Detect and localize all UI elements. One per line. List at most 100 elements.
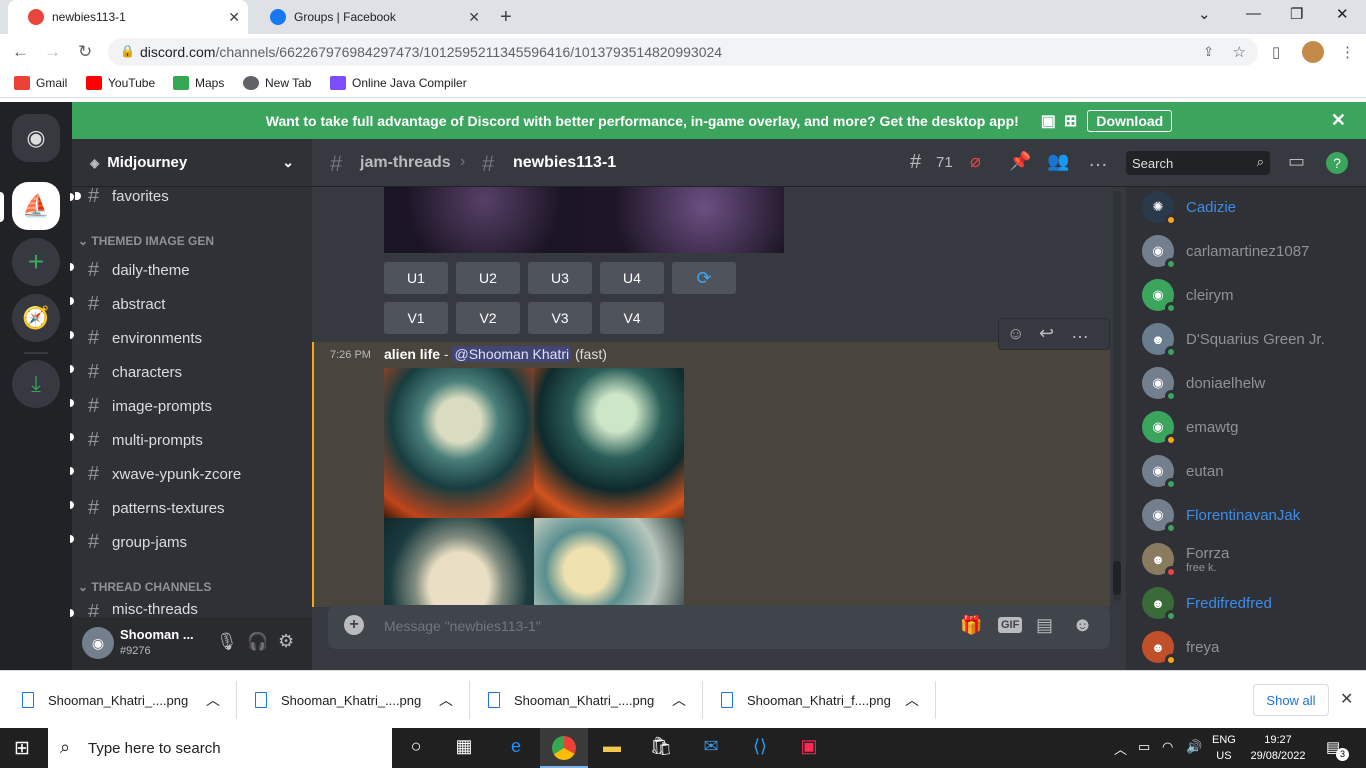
mute-mic-icon[interactable]: 🎙 [216,632,238,652]
threads-icon[interactable]: # [910,151,921,174]
attach-plus-icon[interactable]: + [344,615,364,635]
mail-icon[interactable]: ✉ [697,736,725,757]
midjourney-server-icon[interactable]: ⛵ [12,182,60,230]
download-button[interactable]: Download [1087,109,1173,132]
bookmark-new-tab[interactable]: New Tab [243,76,311,90]
parent-channel-link[interactable]: jam-threads [360,154,451,172]
download-item[interactable]: Shooman_Khatri_f....png ︿ [721,671,931,729]
url-field[interactable]: 🔒 discord.com/channels/66226797698429747… [108,38,1258,66]
close-banner-icon[interactable]: ✕ [1331,110,1346,131]
member-item[interactable]: ◉ eutan [1142,449,1224,493]
notification-bell-muted-icon[interactable]: ⌀ [970,151,981,172]
close-tab-icon[interactable]: ✕ [228,9,240,26]
menu-icon[interactable]: ⋮ [1340,43,1355,61]
download-item[interactable]: Shooman_Khatri_....png ︿ [255,671,465,729]
bookmark-maps[interactable]: Maps [173,76,224,90]
channel-favorites[interactable]: # favorites [75,181,169,211]
back-icon[interactable]: ← [12,42,29,62]
upscale-button-u3[interactable]: U3 [528,262,592,294]
user-avatar[interactable]: ◉ [82,627,114,659]
gif-icon[interactable]: GIF [998,617,1023,633]
tab-facebook[interactable]: Groups | Facebook ✕ [250,0,488,34]
member-item[interactable]: ◉ emawtg [1142,405,1239,449]
file-explorer-icon[interactable]: ▬ [598,736,626,757]
previous-image-grid[interactable] [384,187,784,253]
category-themed-image-gen[interactable]: ⌄ THEMED IMAGE GEN [78,234,214,248]
intellij-icon[interactable]: ▣ [795,736,823,757]
share-icon[interactable]: ⇪ [1203,44,1214,60]
task-view-icon[interactable]: ▦ [450,736,478,757]
more-options-icon[interactable]: … [1088,149,1108,172]
reply-icon[interactable]: ↩ [1039,323,1054,344]
reroll-icon[interactable]: ⟳ [672,262,736,294]
channel-misc-threads[interactable]: # misc-threads [88,601,198,617]
add-reaction-icon[interactable]: ☺ [1007,324,1024,344]
discord-home-icon[interactable]: ◉ [12,114,60,162]
profile-avatar[interactable] [1302,41,1324,63]
new-tab-icon[interactable]: + [500,6,512,29]
member-item[interactable]: ◉ doniaelhelw [1142,361,1265,405]
variation-button-v4[interactable]: V4 [600,302,664,334]
windows-start-icon[interactable]: ⊞ [14,737,30,760]
bookmark-star-icon[interactable]: ☆ [1233,43,1246,61]
member-item[interactable]: ◉ FlorentinavanJak [1142,493,1300,537]
bookmark-youtube[interactable]: YouTube [86,76,155,90]
upscale-button-u4[interactable]: U4 [600,262,664,294]
volume-icon[interactable]: 🔊 [1186,739,1202,755]
add-server-icon[interactable]: + [12,238,60,286]
member-item[interactable]: ☻ Fredifredfred [1142,581,1272,625]
tab-search-icon[interactable]: ⌄ [1198,5,1211,23]
cortana-icon[interactable]: ○ [402,736,430,757]
chevron-up-icon[interactable]: ︿ [672,690,686,710]
channel-abstract[interactable]: # abstract [88,289,165,319]
restore-icon[interactable]: ❐ [1290,5,1303,23]
channel-group-jams[interactable]: # group-jams [88,527,187,557]
member-item[interactable]: ☻ freya [1142,625,1219,669]
vscode-icon[interactable]: ⟨⟩ [746,736,774,757]
member-item[interactable]: ◉ carlamartinez1087 [1142,229,1309,273]
bookmark-gmail[interactable]: Gmail [14,76,67,90]
gift-icon[interactable]: 🎁 [960,615,982,636]
explore-compass-icon[interactable]: 🧭 [12,294,60,342]
sticker-icon[interactable]: ▤ [1036,615,1053,636]
channel-xwave-ypunk-zcore[interactable]: # xwave-ypunk-zcore [88,459,241,489]
member-list-icon[interactable]: 👥 [1047,151,1069,172]
channel-patterns-textures[interactable]: # patterns-textures [88,493,225,523]
close-shelf-icon[interactable]: ✕ [1340,689,1353,709]
channel-multi-prompts[interactable]: # multi-prompts [88,425,203,455]
server-header[interactable]: ◈ Midjourney ⌄ [72,139,312,187]
close-tab-icon[interactable]: ✕ [468,9,480,26]
edge-icon[interactable]: e [502,736,530,757]
upscale-button-u1[interactable]: U1 [384,262,448,294]
chevron-up-icon[interactable]: ︿ [206,690,220,710]
headphones-icon[interactable]: 🎧 [247,632,268,652]
settings-gear-icon[interactable]: ⚙ [278,631,294,652]
scrollbar-track[interactable] [1113,191,1121,601]
member-item[interactable]: ☻ D'Squarius Green Jr. [1142,317,1325,361]
member-item[interactable]: ✺ Cadizie [1142,185,1236,229]
download-apps-icon[interactable]: ⤓ [12,360,60,408]
chrome-taskbar-active[interactable] [540,728,588,768]
download-item[interactable]: Shooman_Khatri_....png ︿ [488,671,698,729]
download-item[interactable]: Shooman_Khatri_....png ︿ [22,671,232,729]
minimize-icon[interactable]: — [1246,5,1261,22]
bookmark-java-compiler[interactable]: Online Java Compiler [330,76,467,90]
forward-icon[interactable]: → [44,42,61,62]
battery-icon[interactable]: ▭ [1138,739,1150,755]
channel-image-prompts[interactable]: # image-prompts [88,391,212,421]
channel-environments[interactable]: # environments [88,323,202,353]
message-composer[interactable]: + Message "newbies113-1" 🎁 GIF ▤ ☻ [328,605,1110,649]
member-item[interactable]: ◉ cleirym [1142,273,1234,317]
language-indicator[interactable]: ENG US [1212,732,1236,764]
category-thread-channels[interactable]: ⌄ THREAD CHANNELS [78,580,211,594]
emoji-icon[interactable]: ☻ [1072,614,1093,637]
show-all-button[interactable]: Show all [1253,684,1329,716]
inbox-icon[interactable]: ▭ [1288,151,1305,172]
chevron-up-icon[interactable]: ︿ [905,690,919,710]
tray-chevron-icon[interactable]: ︿ [1114,739,1127,758]
channel-characters[interactable]: # characters [88,357,182,387]
variation-button-v2[interactable]: V2 [456,302,520,334]
reload-icon[interactable]: ↻ [78,42,92,62]
user-mention[interactable]: @Shooman Khatri [452,346,572,362]
search-input[interactable]: Search ⌕ [1126,151,1270,175]
